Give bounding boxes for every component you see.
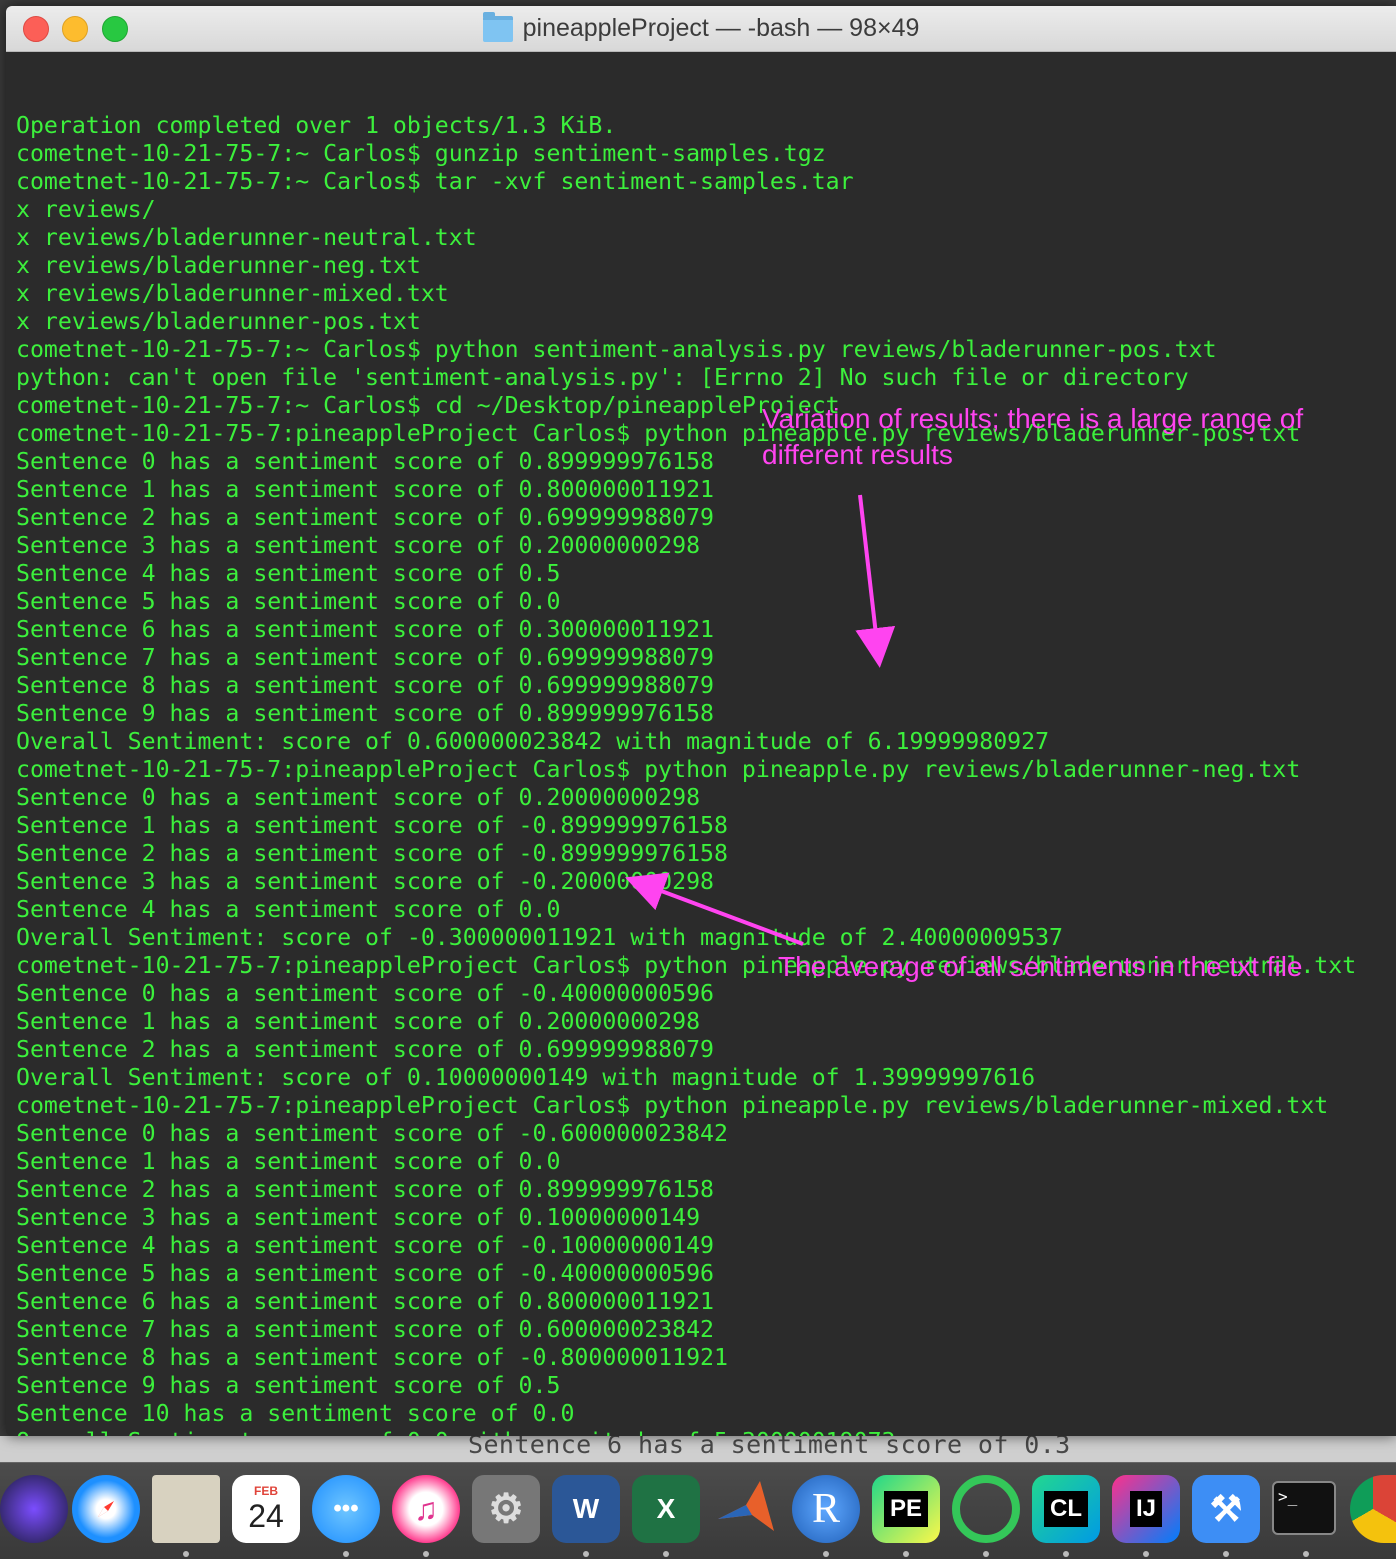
terminal-icon[interactable]: >_ <box>1272 1481 1336 1535</box>
dock: FEB 24 ••• ♫ ⚙ W X R PE CL IJ ⚒ >_ <box>0 1462 1396 1559</box>
circle-app-icon[interactable] <box>952 1475 1020 1543</box>
dock-indicator <box>823 1551 829 1557</box>
dock-indicator <box>183 1551 189 1557</box>
siri-icon[interactable] <box>0 1475 68 1543</box>
word-icon[interactable]: W <box>552 1475 620 1543</box>
mail-icon[interactable] <box>152 1475 220 1543</box>
intellij-icon[interactable]: IJ <box>1112 1475 1180 1543</box>
system-preferences-icon[interactable]: ⚙ <box>472 1475 540 1543</box>
dock-indicator <box>1223 1551 1229 1557</box>
chrome-icon[interactable] <box>1350 1475 1396 1543</box>
calendar-month: FEB <box>254 1483 278 1498</box>
clion-icon[interactable]: CL <box>1032 1475 1100 1543</box>
r-icon[interactable]: R <box>792 1475 860 1543</box>
dock-indicator <box>343 1551 349 1557</box>
excel-icon-label: X <box>656 1493 676 1524</box>
dock-indicator <box>423 1551 429 1557</box>
pycharm-icon-label: PE <box>883 1491 928 1527</box>
dock-indicator <box>583 1551 589 1557</box>
xcode-icon[interactable]: ⚒ <box>1192 1475 1260 1543</box>
arrow-to-magnitude <box>855 494 896 668</box>
intellij-icon-label: IJ <box>1129 1491 1162 1527</box>
itunes-icon[interactable]: ♫ <box>392 1475 460 1543</box>
dock-indicator <box>1063 1551 1069 1557</box>
dock-indicator <box>1303 1551 1309 1557</box>
safari-icon[interactable] <box>72 1475 140 1543</box>
dock-indicator <box>983 1551 989 1557</box>
dock-indicator <box>903 1551 909 1557</box>
word-icon-label: W <box>572 1493 600 1524</box>
calendar-icon[interactable]: FEB 24 <box>232 1475 300 1543</box>
dock-indicator <box>663 1551 669 1557</box>
messages-icon[interactable]: ••• <box>312 1475 380 1543</box>
pycharm-icon[interactable]: PE <box>872 1475 940 1543</box>
annotation-arrows <box>625 494 896 946</box>
arrow-to-overall-score <box>625 872 804 946</box>
terminal-icon-label: >_ <box>1278 1487 1298 1506</box>
r-icon-label: R <box>811 1486 840 1532</box>
matlab-icon[interactable] <box>712 1475 780 1543</box>
dock-indicator <box>1143 1551 1149 1557</box>
clion-icon-label: CL <box>1044 1491 1088 1527</box>
calendar-day: 24 <box>248 1497 284 1534</box>
excel-icon[interactable]: X <box>632 1475 700 1543</box>
